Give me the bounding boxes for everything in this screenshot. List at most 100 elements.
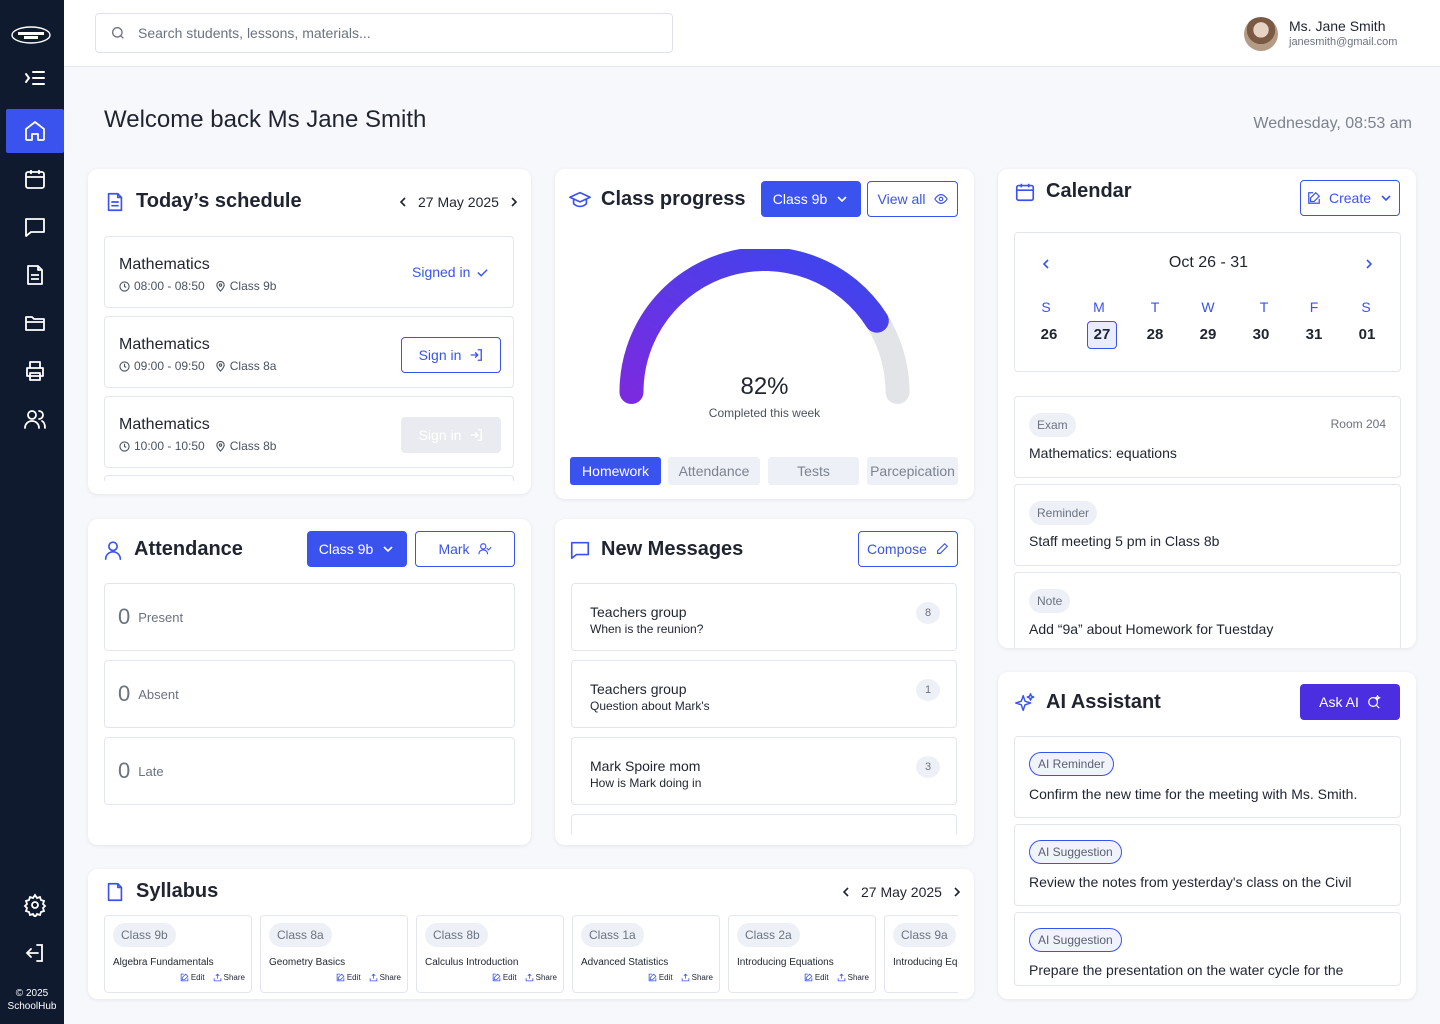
share-button[interactable]: Share xyxy=(681,973,713,982)
view-all-button[interactable]: View all xyxy=(867,181,958,217)
search-box[interactable] xyxy=(95,13,673,53)
calendar-event[interactable]: Reminder Staff meeting 5 pm in Class 8b xyxy=(1014,484,1401,566)
edit-button[interactable]: Edit xyxy=(648,973,673,982)
syllabus-name: Calculus Introduction xyxy=(425,957,519,968)
lesson-time: 09:00 - 09:50 xyxy=(134,359,205,373)
chevron-down-icon xyxy=(837,196,847,203)
message-item[interactable]: Teachers group When is the reunion? 8 xyxy=(571,583,957,651)
attendance-card: Attendance Class 9b Mark 0 Present 0 Abs… xyxy=(88,519,531,845)
sign-in-button[interactable]: Sign in xyxy=(401,337,501,373)
attendance-class-label: Class 9b xyxy=(318,541,374,557)
mark-attendance-button[interactable]: Mark xyxy=(415,531,515,567)
tab-participation[interactable]: Parcepication xyxy=(867,457,958,485)
ask-ai-button[interactable]: Ask AI xyxy=(1300,684,1400,720)
create-event-button[interactable]: Create xyxy=(1300,180,1400,216)
syllabus-item[interactable]: Class 8b Calculus Introduction Edit Shar… xyxy=(416,915,564,993)
message-item[interactable]: Teachers group Question about Mark's 1 xyxy=(571,660,957,728)
date-cell[interactable]: 26 xyxy=(1034,321,1064,349)
schedule-title-text: Today’s schedule xyxy=(136,190,302,212)
view-all-label: View all xyxy=(877,191,926,207)
attendance-label: Absent xyxy=(138,686,179,702)
user-name: Ms. Jane Smith xyxy=(1289,18,1386,34)
share-label: Share xyxy=(535,973,557,982)
calendar-title-text: Calendar xyxy=(1046,180,1132,202)
chevron-left-icon[interactable] xyxy=(398,197,408,207)
lesson-time: 08:00 - 08:50 xyxy=(134,279,205,293)
date-cell[interactable]: 01 xyxy=(1352,321,1382,349)
users-nav-icon[interactable] xyxy=(6,397,64,441)
location-icon xyxy=(216,440,225,452)
calendar-nav-icon[interactable] xyxy=(6,157,64,201)
share-button[interactable]: Share xyxy=(213,973,245,982)
date-cell[interactable]: 31 xyxy=(1299,321,1329,349)
sign-in-button-disabled: Sign in xyxy=(401,417,501,453)
event-text: Mathematics: equations xyxy=(1029,445,1177,461)
unread-badge: 3 xyxy=(916,756,940,778)
calendar-event[interactable]: Note Add “9a” about Homework for Tuestda… xyxy=(1014,572,1401,648)
ai-item[interactable]: AI Reminder Confirm the new time for the… xyxy=(1014,736,1401,818)
document-nav-icon[interactable] xyxy=(6,253,64,297)
search-input[interactable] xyxy=(138,25,672,41)
syllabus-list[interactable]: Class 9b Algebra Fundamentals Edit Share… xyxy=(104,869,958,999)
tab-attendance[interactable]: Attendance xyxy=(668,457,760,485)
home-icon[interactable] xyxy=(6,109,64,153)
logout-icon[interactable] xyxy=(6,931,64,975)
avatar[interactable] xyxy=(1244,17,1278,51)
share-button[interactable]: Share xyxy=(525,973,557,982)
attendance-class-select[interactable]: Class 9b xyxy=(307,531,407,567)
compose-button[interactable]: Compose xyxy=(858,531,958,567)
attendance-late: 0 Late xyxy=(104,737,515,805)
calendar-icon xyxy=(1015,183,1035,201)
progress-class-select[interactable]: Class 9b xyxy=(761,181,861,217)
progress-card: Class progress Class 9b View all 82% Com… xyxy=(555,169,974,499)
chevron-right-icon[interactable] xyxy=(1364,258,1374,270)
syllabus-item[interactable]: Class 9b Algebra Fundamentals Edit Share xyxy=(104,915,252,993)
date-cell[interactable]: 30 xyxy=(1246,321,1276,349)
edit-button[interactable]: Edit xyxy=(492,973,517,982)
edit-button[interactable]: Edit xyxy=(336,973,361,982)
calendar-event[interactable]: Exam Room 204 Mathematics: equations xyxy=(1014,396,1401,478)
share-label: Share xyxy=(379,973,401,982)
progress-title: Class progress xyxy=(569,188,746,211)
app-logo[interactable] xyxy=(10,24,52,46)
ai-item[interactable]: AI Suggestion Prepare the presentation o… xyxy=(1014,912,1401,986)
date-cell[interactable]: 29 xyxy=(1193,321,1223,349)
syllabus-item[interactable]: Class 9a Introducing Equations xyxy=(884,915,958,993)
messages-nav-icon[interactable] xyxy=(6,205,64,249)
edit-square-icon xyxy=(1308,191,1321,204)
mark-label: Mark xyxy=(438,541,470,557)
printer-nav-icon[interactable] xyxy=(6,349,64,393)
attendance-title-text: Attendance xyxy=(134,538,243,560)
folder-nav-icon[interactable] xyxy=(6,301,64,345)
clock-icon xyxy=(119,360,130,372)
message-preview: How is Mark doing in xyxy=(590,776,702,790)
tab-tests[interactable]: Tests xyxy=(768,457,859,485)
lesson-meta: 08:00 - 08:50 Class 9b xyxy=(119,279,276,293)
date-cell[interactable]: 28 xyxy=(1140,321,1170,349)
edit-button[interactable]: Edit xyxy=(804,973,829,982)
weekday-label: W xyxy=(1201,299,1215,315)
syllabus-class: Class 2a xyxy=(737,923,800,947)
message-item[interactable]: Mark Spoire mom How is Mark doing in 3 xyxy=(571,737,957,805)
menu-toggle-icon[interactable] xyxy=(6,56,64,100)
settings-icon[interactable] xyxy=(6,883,64,927)
syllabus-item[interactable]: Class 1a Advanced Statistics Edit Share xyxy=(572,915,720,993)
tab-homework[interactable]: Homework xyxy=(570,457,661,485)
share-label: Share xyxy=(847,973,869,982)
weekday-label: T xyxy=(1259,299,1269,315)
lesson-subject: Mathematics xyxy=(119,416,210,433)
share-button[interactable]: Share xyxy=(369,973,401,982)
syllabus-item[interactable]: Class 8a Geometry Basics Edit Share xyxy=(260,915,408,993)
lesson-meta: 09:00 - 09:50 Class 8a xyxy=(119,359,276,373)
week-view: Oct 26 - 31 S M T W T F S 26 27 28 29 30… xyxy=(1014,232,1401,372)
progress-title-text: Class progress xyxy=(601,188,746,210)
ai-item[interactable]: AI Suggestion Review the notes from yest… xyxy=(1014,824,1401,906)
syllabus-actions: Edit Share xyxy=(180,973,245,982)
share-button[interactable]: Share xyxy=(837,973,869,982)
chevron-right-icon[interactable] xyxy=(509,197,519,207)
weekday-label: F xyxy=(1309,299,1319,315)
event-room: Room 204 xyxy=(1330,417,1386,431)
syllabus-item[interactable]: Class 2a Introducing Equations Edit Shar… xyxy=(728,915,876,993)
date-cell-selected[interactable]: 27 xyxy=(1087,321,1117,349)
edit-button[interactable]: Edit xyxy=(180,973,205,982)
